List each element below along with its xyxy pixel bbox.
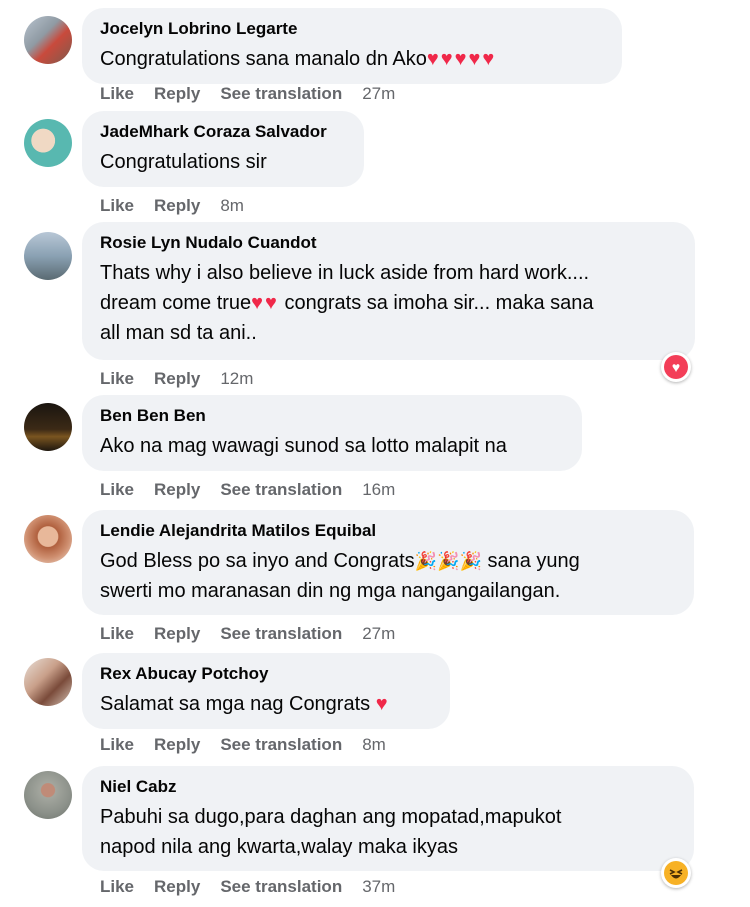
comment-actions: Like Reply See translation 8m bbox=[100, 735, 386, 755]
comment-timestamp[interactable]: 27m bbox=[362, 624, 395, 643]
comment-bubble: JadeMhark Coraza Salvador Congratulation… bbox=[82, 111, 364, 187]
comment-actions: Like Reply 8m bbox=[100, 196, 244, 216]
reply-button[interactable]: Reply bbox=[154, 877, 200, 896]
comment-text-content: God Bless po sa inyo and Congrats bbox=[100, 550, 415, 572]
avatar[interactable] bbox=[24, 232, 72, 280]
avatar[interactable] bbox=[24, 515, 72, 563]
comment-text: Congratulations sana manalo dn Ako♥♥♥♥♥ bbox=[100, 44, 604, 74]
like-button[interactable]: Like bbox=[100, 84, 134, 103]
comment-actions: Like Reply See translation 27m bbox=[100, 624, 395, 644]
comment-text-content: Congratulations sana manalo dn Ako bbox=[100, 48, 427, 70]
comment-timestamp[interactable]: 27m bbox=[362, 84, 395, 103]
comment-bubble: Ben Ben Ben Ako na mag wawagi sunod sa l… bbox=[82, 395, 582, 471]
comment-author[interactable]: JadeMhark Coraza Salvador bbox=[100, 121, 346, 143]
comment-author[interactable]: Ben Ben Ben bbox=[100, 405, 564, 427]
comment-text-line: napod nila ang kwarta,walay maka ikyas bbox=[100, 836, 458, 858]
comment-actions: Like Reply See translation 37m bbox=[100, 877, 395, 897]
comment-text: Congratulations sir bbox=[100, 151, 267, 173]
heart-emoji: ♥ bbox=[375, 693, 390, 715]
reply-button[interactable]: Reply bbox=[154, 624, 200, 643]
comment-timestamp[interactable]: 37m bbox=[362, 877, 395, 896]
comment-actions: Like Reply 12m bbox=[100, 369, 253, 389]
comment-text: Pabuhi sa dugo,para daghan ang mopatad,m… bbox=[100, 802, 676, 862]
like-button[interactable]: Like bbox=[100, 196, 134, 215]
see-translation-button[interactable]: See translation bbox=[220, 877, 342, 896]
comment-text-line: Thats why i also believe in luck aside f… bbox=[100, 262, 590, 284]
comment-bubble: Jocelyn Lobrino Legarte Congratulations … bbox=[82, 8, 622, 84]
avatar[interactable] bbox=[24, 119, 72, 167]
avatar[interactable] bbox=[24, 658, 72, 706]
comment-author[interactable]: Niel Cabz bbox=[100, 776, 676, 798]
comment-bubble: Rex Abucay Potchoy Salamat sa mga nag Co… bbox=[82, 653, 450, 729]
like-button[interactable]: Like bbox=[100, 369, 134, 388]
comment-actions: Like Reply See translation 27m bbox=[100, 84, 395, 104]
party-popper-emoji: 🎉🎉🎉 bbox=[414, 551, 482, 571]
haha-reaction-icon bbox=[664, 861, 688, 885]
haha-reaction-badge[interactable] bbox=[661, 858, 691, 888]
like-button[interactable]: Like bbox=[100, 877, 134, 896]
comment-text-line: dream come true♥♥ congrats sa imoha sir.… bbox=[100, 288, 677, 318]
avatar[interactable] bbox=[24, 771, 72, 819]
comment-author[interactable]: Jocelyn Lobrino Legarte bbox=[100, 18, 604, 40]
avatar[interactable] bbox=[24, 16, 72, 64]
comment-text: Thats why i also believe in luck aside f… bbox=[100, 258, 677, 348]
love-reaction-icon: ♥ bbox=[664, 355, 688, 379]
see-translation-button[interactable]: See translation bbox=[220, 624, 342, 643]
comment-bubble: Rosie Lyn Nudalo Cuandot Thats why i als… bbox=[82, 222, 695, 360]
comment-timestamp[interactable]: 16m bbox=[362, 480, 395, 499]
love-reaction-badge[interactable]: ♥ bbox=[661, 352, 691, 382]
comment-author[interactable]: Rex Abucay Potchoy bbox=[100, 663, 432, 685]
comment-bubble: Niel Cabz Pabuhi sa dugo,para daghan ang… bbox=[82, 766, 694, 871]
reply-button[interactable]: Reply bbox=[154, 735, 200, 754]
see-translation-button[interactable]: See translation bbox=[220, 735, 342, 754]
reply-button[interactable]: Reply bbox=[154, 480, 200, 499]
comment-text-line: swerti mo maranasan din ng mga nangangai… bbox=[100, 580, 561, 602]
comment-text: God Bless po sa inyo and Congrats🎉🎉🎉 san… bbox=[100, 546, 676, 606]
heart-emoji: ♥♥ bbox=[251, 292, 279, 314]
reply-button[interactable]: Reply bbox=[154, 84, 200, 103]
comment-text-content: sana yung bbox=[481, 550, 580, 572]
heart-emoji: ♥♥♥♥♥ bbox=[426, 48, 497, 70]
comment-text-line: Pabuhi sa dugo,para daghan ang mopatad,m… bbox=[100, 806, 562, 828]
like-button[interactable]: Like bbox=[100, 624, 134, 643]
comment-actions: Like Reply See translation 16m bbox=[100, 480, 395, 500]
comment-timestamp[interactable]: 8m bbox=[362, 735, 386, 754]
comment-text-content: Salamat sa mga nag Congrats bbox=[100, 693, 371, 715]
comment-text-line: God Bless po sa inyo and Congrats🎉🎉🎉 san… bbox=[100, 546, 676, 576]
avatar[interactable] bbox=[24, 403, 72, 451]
comment-timestamp[interactable]: 8m bbox=[220, 196, 244, 215]
laughing-face-icon bbox=[669, 869, 683, 879]
comment-text: Salamat sa mga nag Congrats ♥ bbox=[100, 689, 432, 719]
see-translation-button[interactable]: See translation bbox=[220, 84, 342, 103]
like-button[interactable]: Like bbox=[100, 480, 134, 499]
comment-bubble: Lendie Alejandrita Matilos Equibal God B… bbox=[82, 510, 694, 615]
like-button[interactable]: Like bbox=[100, 735, 134, 754]
comment-timestamp[interactable]: 12m bbox=[220, 369, 253, 388]
reply-button[interactable]: Reply bbox=[154, 369, 200, 388]
comment-author[interactable]: Rosie Lyn Nudalo Cuandot bbox=[100, 232, 677, 254]
see-translation-button[interactable]: See translation bbox=[220, 480, 342, 499]
comment-author[interactable]: Lendie Alejandrita Matilos Equibal bbox=[100, 520, 676, 542]
reply-button[interactable]: Reply bbox=[154, 196, 200, 215]
comment-text-content: congrats sa imoha sir... maka sana bbox=[278, 292, 594, 314]
comment-text: Ako na mag wawagi sunod sa lotto malapit… bbox=[100, 435, 507, 457]
comment-text-line: all man sd ta ani.. bbox=[100, 322, 257, 344]
comment-text-content: dream come true bbox=[100, 292, 252, 314]
